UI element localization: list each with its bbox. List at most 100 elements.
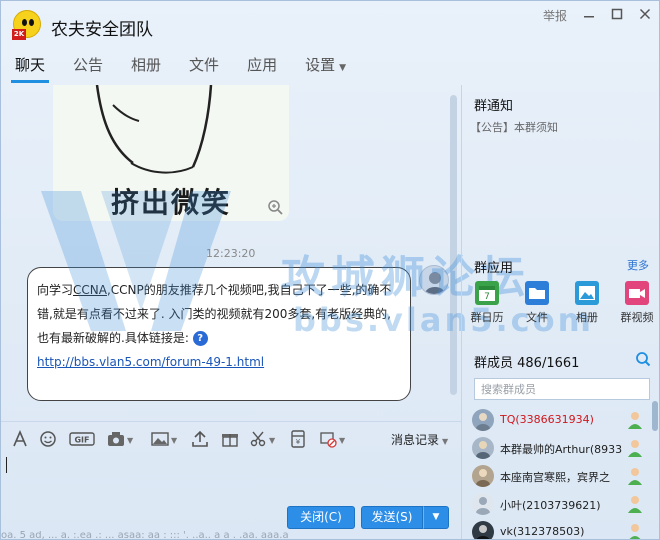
member-row[interactable]: 小叶(2103739621) [472,491,654,519]
chevron-down-icon[interactable]: ▼ [339,436,345,445]
avatar [472,521,494,539]
maximize-icon[interactable] [611,8,623,24]
image-icon[interactable] [151,430,169,448]
app-files[interactable]: 文件 [517,281,557,325]
chat-window: 2K 农夫安全团队 举报 聊天 公告 相册 文件 应用 设置 ▼ 挤出微笑 12… [0,0,660,540]
chevron-down-icon[interactable]: ▼ [269,436,275,445]
title-bar[interactable]: 2K 农夫安全团队 举报 [1,1,659,49]
upload-icon[interactable] [191,430,209,448]
sticker-image[interactable]: 挤出微笑 [53,85,289,221]
member-search-input[interactable] [474,378,650,400]
member-name: 小叶(2103739621) [500,499,601,512]
sticker-drawing [95,85,213,174]
tab-notice[interactable]: 公告 [59,49,117,83]
logo-eye [22,19,27,26]
app-label: 群日历 [470,311,504,324]
tab-files[interactable]: 文件 [175,49,233,83]
gift-icon[interactable] [221,430,239,448]
avatar [472,465,494,487]
tab-label: 文件 [189,56,220,74]
avatar [472,437,494,459]
member-row[interactable]: 本群最帅的Arthur(8933 [472,435,654,463]
close-icon[interactable] [639,8,651,24]
app-album[interactable]: 相册 [567,281,607,325]
message-bubble[interactable]: 向学习CCNA,CCNP的朋友推荐几个视频吧,我自己下了一些,的确不错,就是有点… [27,267,411,401]
tab-label: 相册 [131,56,162,74]
svg-text:¥: ¥ [296,438,301,446]
group-side-panel: 群通知 【公告】本群须知 群应用 更多 7 群日历 文件 相册 群视频 群成员 … [461,85,659,539]
cut-off-text: oa. 5 ad, ... a. :.ea .: ... asaa: aa : … [1,531,289,540]
online-status-icon [626,438,644,458]
tab-label: 设置 [305,56,336,74]
avatar [472,409,494,431]
tab-chat[interactable]: 聊天 [1,49,59,83]
app-video[interactable]: 群视频 [617,281,657,325]
scrollbar-thumb[interactable] [652,401,658,431]
message-history-label: 消息记录 [391,433,440,447]
screenshot-icon[interactable] [107,430,125,448]
app-label: 群视频 [620,311,654,324]
red-packet-icon[interactable]: ¥ [289,430,307,448]
zoom-in-icon[interactable] [267,199,283,215]
avatar [472,493,494,515]
message-text: 向学习 [37,283,74,297]
tab-label: 聊天 [15,56,46,74]
online-status-icon [626,522,644,539]
svg-text:GIF: GIF [74,436,89,445]
tab-label: 应用 [247,56,278,74]
video-icon [625,281,649,305]
member-row[interactable]: vk(312378503) [472,519,654,539]
folder-icon [525,281,549,305]
tab-settings[interactable]: 设置 ▼ [291,49,360,83]
chevron-down-icon[interactable]: ▼ [171,436,177,445]
group-logo[interactable]: 2K [12,10,41,40]
message-history-button[interactable]: 消息记录 ▼ [391,431,448,448]
chevron-down-icon: ▼ [442,437,449,446]
send-button[interactable]: 发送(S) [361,506,423,529]
logo-badge: 2K [12,29,26,40]
help-icon[interactable]: ? [192,331,208,346]
emoji-icon[interactable] [39,430,57,448]
message-link[interactable]: http://bbs.vlan5.com/forum-49-1.html [37,355,264,369]
app-label: 相册 [576,311,598,324]
app-calendar[interactable]: 7 群日历 [467,281,507,325]
chevron-down-icon: ▼ [339,63,347,73]
sticker-caption: 挤出微笑 [110,186,231,219]
scrollbar-thumb[interactable] [450,95,457,395]
tab-album[interactable]: 相册 [117,49,175,83]
report-button[interactable]: 举报 [543,7,567,24]
member-row[interactable]: 本座南宫寒熙，宾界之 [472,463,654,491]
online-status-icon [626,494,644,514]
member-name: TQ(3386631934) [500,413,594,426]
font-icon[interactable] [11,429,29,448]
calendar-icon: 7 [475,281,499,305]
chevron-down-icon[interactable]: ▼ [127,436,133,445]
close-button[interactable]: 关闭(C) [287,506,355,529]
search-icon[interactable] [635,351,651,367]
do-not-disturb-icon[interactable] [319,430,337,448]
apps-more-link[interactable]: 更多 [627,257,649,273]
member-list-scrollbar[interactable] [651,385,659,535]
scissors-icon[interactable] [249,430,267,448]
group-notice-title: 群通知 [474,99,514,114]
chat-scrollbar[interactable] [449,85,458,415]
app-label: 文件 [526,311,548,324]
minimize-icon[interactable] [583,8,595,24]
album-icon [575,281,599,305]
group-notice-text[interactable]: 【公告】本群须知 [470,119,558,135]
tab-apps[interactable]: 应用 [233,49,291,83]
gif-icon[interactable]: GIF [69,430,95,448]
chat-history[interactable]: 挤出微笑 12:23:20 向学习CCNA,CCNP的朋友推荐几个视频吧,我自己… [1,85,461,417]
member-name: 本群最帅的Arthur(8933 [500,443,623,456]
online-status-icon [626,410,644,430]
avatar[interactable] [419,265,449,295]
message-timestamp: 12:23:20 [206,247,256,260]
member-name: 本座南宫寒熙，宾界之 [500,471,610,484]
message-input[interactable] [1,453,461,503]
send-options-button[interactable]: ▼ [423,506,449,529]
message-text-underlined: CCNA [73,283,107,297]
logo-eye [29,19,34,26]
group-members-title: 群成员 486/1661 [474,356,580,371]
member-row[interactable]: TQ(3386631934) [472,407,654,435]
member-name: vk(312378503) [500,525,585,538]
